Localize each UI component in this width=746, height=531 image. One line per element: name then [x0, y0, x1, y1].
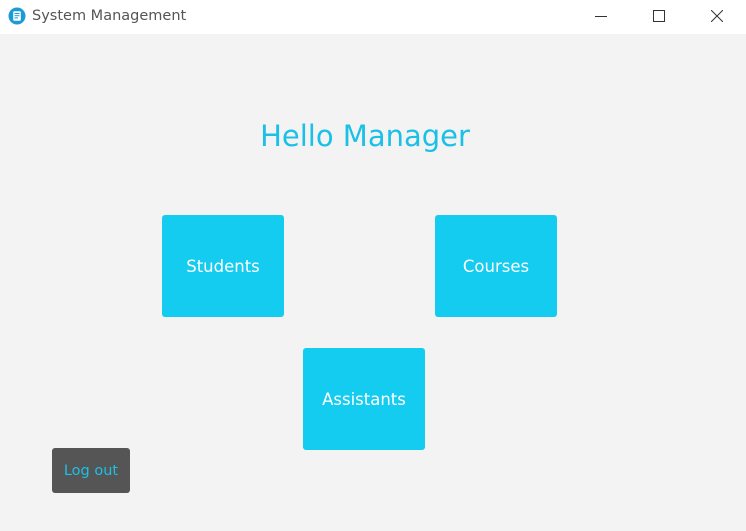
title-bar: System Management [0, 0, 746, 34]
minimize-icon [595, 10, 607, 22]
assistants-button-label: Assistants [322, 389, 406, 409]
students-button-label: Students [186, 256, 260, 276]
close-button[interactable] [688, 0, 746, 32]
students-button[interactable]: Students [162, 215, 284, 317]
maximize-button[interactable] [630, 0, 688, 32]
close-icon [711, 10, 723, 22]
page-heading: Hello Manager [260, 119, 470, 153]
minimize-button[interactable] [572, 0, 630, 32]
courses-button-label: Courses [462, 256, 530, 276]
maximize-icon [653, 10, 665, 22]
window-title: System Management [32, 8, 187, 24]
courses-button[interactable]: Courses [435, 215, 557, 317]
assistants-button[interactable]: Assistants [303, 348, 425, 450]
app-icon [8, 7, 26, 25]
logout-button[interactable]: Log out [52, 448, 130, 493]
logout-button-label: Log out [63, 462, 119, 479]
